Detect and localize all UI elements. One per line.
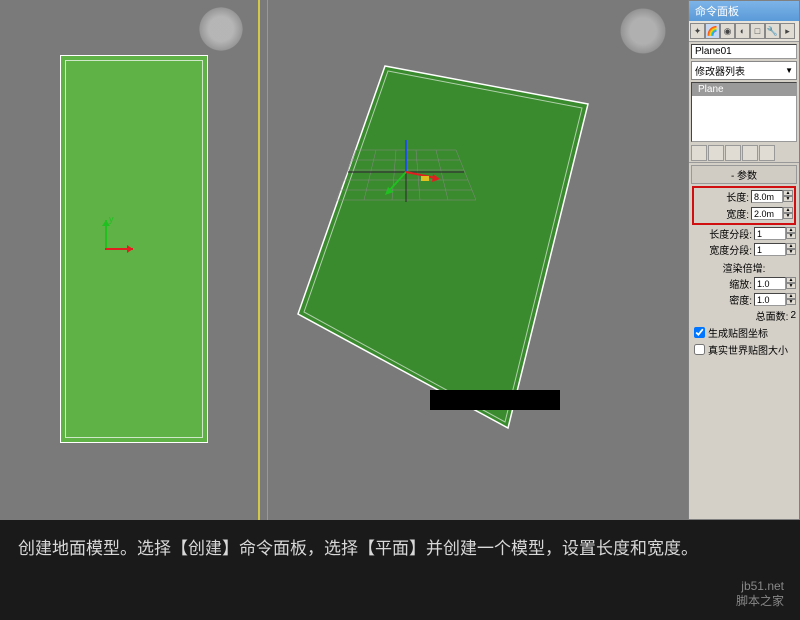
caption-bar: 创建地面模型。选择【创建】命令面板，选择【平面】并创建一个模型，设置长度和宽度。… — [0, 520, 800, 620]
render-mult-label: 渲染倍增: — [692, 260, 796, 275]
chevron-down-icon: ▼ — [785, 66, 793, 75]
panel-title: 命令面板 — [689, 1, 799, 21]
panel-tabs: ✦ 🌈 ◉ ◐ □ 🔧 ▸ — [689, 21, 799, 42]
gen-mapping-label: 生成贴图坐标 — [708, 325, 768, 340]
rollout-header[interactable]: - 参数 — [691, 165, 797, 184]
modifier-list-dropdown[interactable]: 修改器列表 ▼ — [691, 61, 797, 80]
configure-sets-icon[interactable] — [759, 145, 775, 161]
remove-modifier-icon[interactable] — [742, 145, 758, 161]
spinner-down-icon[interactable]: ▼ — [786, 249, 796, 255]
motion-tab-icon[interactable]: ◐ — [735, 23, 750, 39]
gizmo-x-axis[interactable] — [105, 248, 133, 250]
real-world-row[interactable]: 真实世界贴图大小 — [692, 341, 796, 358]
watermark: jb51.net 脚本之家 — [736, 579, 784, 610]
perspective-gizmo — [385, 140, 440, 195]
plane-object-perspective[interactable] — [290, 56, 610, 436]
home-grid — [336, 140, 476, 235]
extra-tab-icon[interactable]: ▸ — [780, 23, 795, 39]
pin-stack-icon[interactable] — [691, 145, 707, 161]
command-panel: 命令面板 ✦ 🌈 ◉ ◐ □ 🔧 ▸ Plane01 修改器列表 ▼ Plane — [688, 0, 800, 520]
spinner-down-icon[interactable]: ▼ — [786, 283, 796, 289]
redaction-bar — [430, 390, 560, 410]
modify-tab-icon[interactable]: 🌈 — [705, 23, 720, 39]
scale-input[interactable] — [754, 277, 786, 290]
scale-label: 缩放: — [729, 276, 752, 291]
object-name-field[interactable]: Plane01 — [691, 44, 797, 59]
width-input[interactable] — [751, 207, 783, 220]
density-input[interactable] — [754, 293, 786, 306]
real-world-checkbox[interactable] — [694, 344, 705, 355]
width-segs-input[interactable] — [754, 243, 786, 256]
gen-mapping-checkbox[interactable] — [694, 327, 705, 338]
width-segs-label: 宽度分段: — [709, 242, 752, 257]
make-unique-icon[interactable] — [725, 145, 741, 161]
gizmo-y-axis[interactable]: y — [105, 220, 107, 248]
highlighted-params: 长度: ▲▼ 宽度: ▲▼ — [692, 186, 796, 225]
gen-mapping-row[interactable]: 生成贴图坐标 — [692, 324, 796, 341]
real-world-label: 真实世界贴图大小 — [708, 342, 788, 357]
spinner-down-icon[interactable]: ▼ — [783, 196, 793, 202]
watermark-url: jb51.net — [736, 579, 784, 595]
display-tab-icon[interactable]: □ — [750, 23, 765, 39]
total-faces-label: 总面数: — [756, 308, 789, 323]
modifier-stack[interactable]: Plane — [691, 82, 797, 142]
workspace: y — [0, 0, 800, 520]
utilities-tab-icon[interactable]: 🔧 — [765, 23, 780, 39]
length-input[interactable] — [751, 190, 783, 203]
watermark-site: 脚本之家 — [736, 594, 784, 610]
dropdown-label: 修改器列表 — [695, 63, 745, 78]
viewport-top[interactable]: y — [0, 0, 268, 520]
total-faces-value: 2 — [790, 310, 796, 321]
viewcube-icon[interactable] — [616, 6, 670, 56]
spinner-down-icon[interactable]: ▼ — [786, 233, 796, 239]
spinner-down-icon[interactable]: ▼ — [786, 299, 796, 305]
parameters-rollout: - 参数 长度: ▲▼ 宽度: ▲▼ — [691, 165, 797, 360]
hierarchy-tab-icon[interactable]: ◉ — [720, 23, 735, 39]
stack-item-plane[interactable]: Plane — [692, 83, 796, 96]
width-label: 宽度: — [726, 206, 749, 221]
spinner-down-icon[interactable]: ▼ — [783, 213, 793, 219]
length-label: 长度: — [726, 189, 749, 204]
viewcube-icon[interactable] — [195, 5, 247, 53]
length-segs-label: 长度分段: — [709, 226, 752, 241]
viewport-perspective[interactable] — [268, 0, 688, 520]
density-label: 密度: — [729, 292, 752, 307]
length-segs-input[interactable] — [754, 227, 786, 240]
create-tab-icon[interactable]: ✦ — [690, 23, 705, 39]
app-root: y — [0, 0, 800, 620]
caption-text: 创建地面模型。选择【创建】命令面板，选择【平面】并创建一个模型，设置长度和宽度。 — [18, 534, 782, 565]
stack-toolbar — [689, 144, 799, 163]
show-end-result-icon[interactable] — [708, 145, 724, 161]
